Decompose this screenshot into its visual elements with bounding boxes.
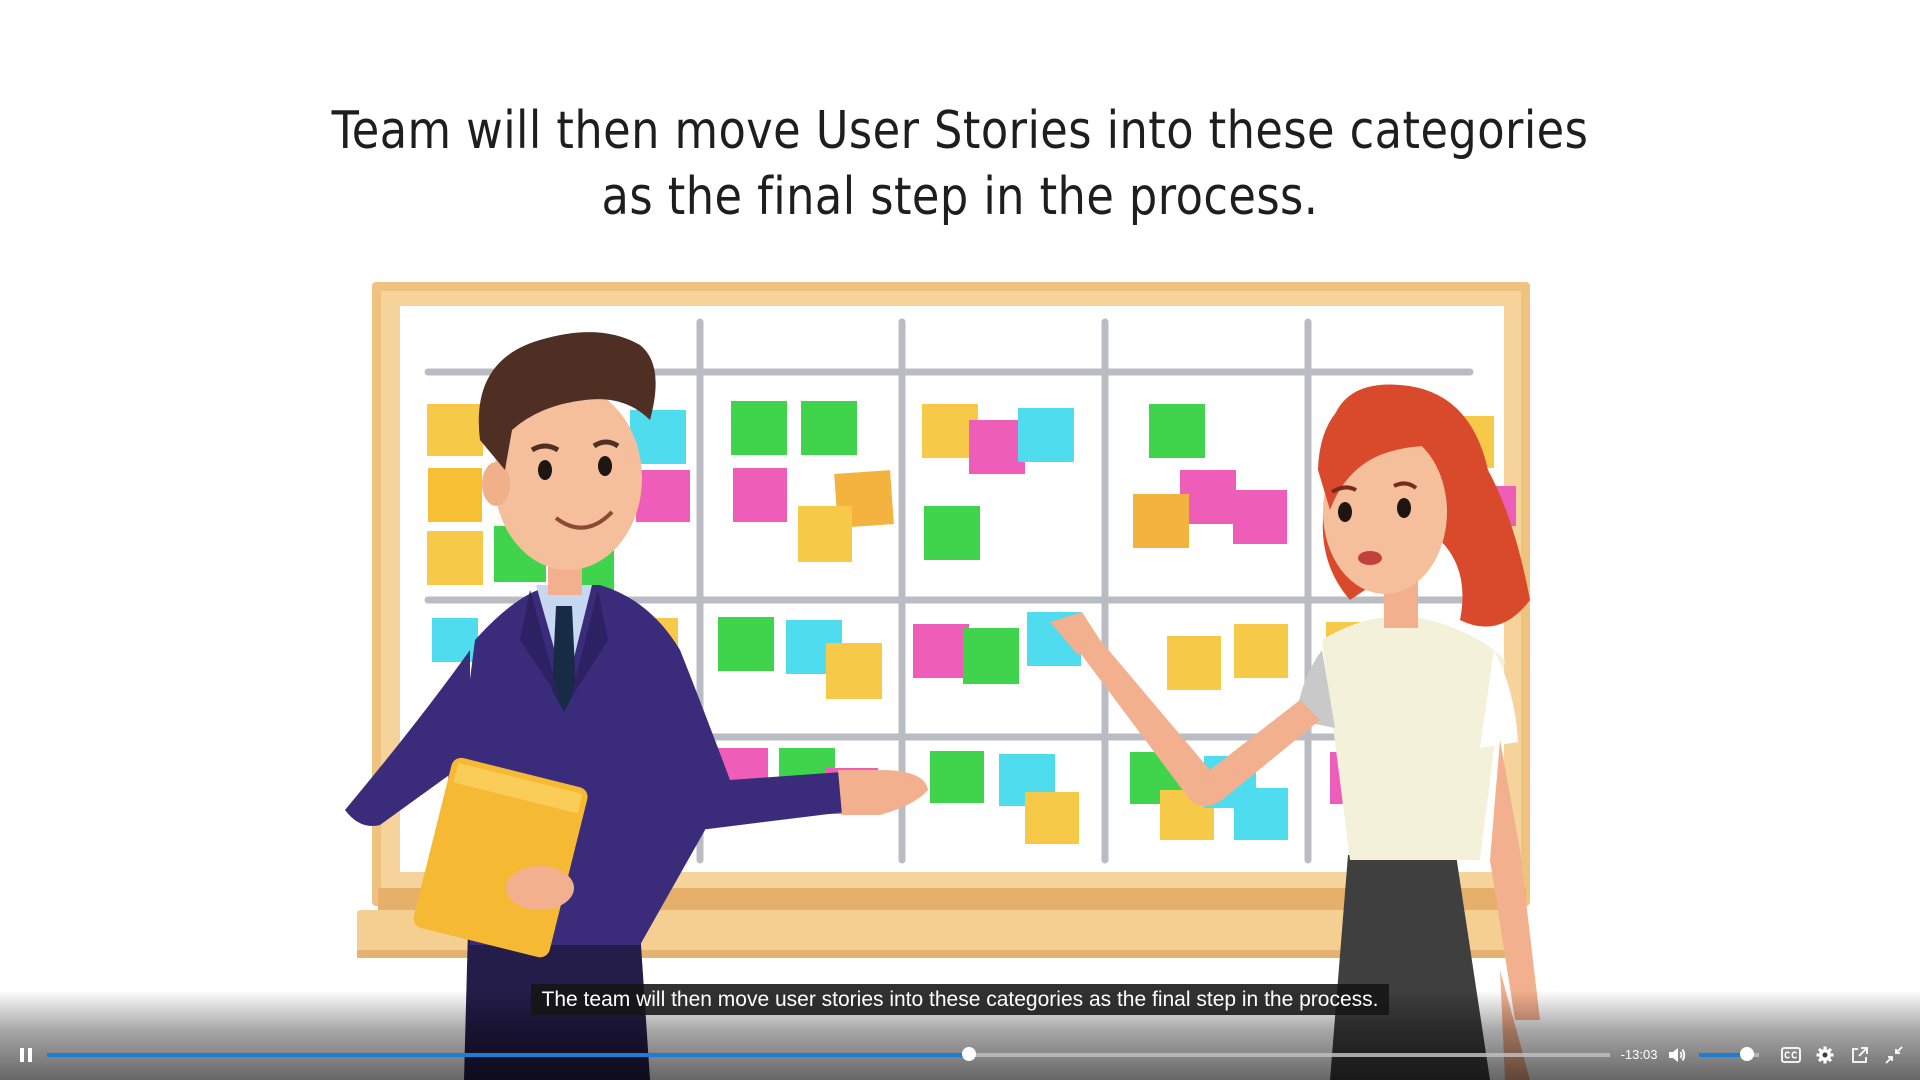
settings-gear-icon <box>1816 1046 1834 1064</box>
closed-captions-icon <box>1781 1047 1801 1063</box>
volume-slider[interactable] <box>1699 1047 1759 1061</box>
pause-icon <box>20 1048 32 1062</box>
slide-title-line-1: Team will then move User Stories into th… <box>331 101 1589 161</box>
mute-button[interactable] <box>1662 1040 1692 1070</box>
popout-button[interactable] <box>1845 1040 1875 1070</box>
player-control-bar: -13:03 <box>0 1030 1920 1080</box>
exit-fullscreen-button[interactable] <box>1879 1040 1909 1070</box>
play-pause-button[interactable] <box>11 1040 41 1070</box>
time-remaining: -13:03 <box>1620 1047 1658 1062</box>
seek-bar[interactable] <box>47 1047 1610 1061</box>
volume-thumb[interactable] <box>1740 1047 1754 1061</box>
seek-bar-thumb[interactable] <box>962 1047 977 1061</box>
video-frame[interactable]: Team will then move User Stories into th… <box>0 0 1920 1080</box>
popout-icon <box>1852 1047 1868 1063</box>
settings-button[interactable] <box>1810 1040 1840 1070</box>
seek-bar-played <box>47 1053 970 1057</box>
exit-fullscreen-icon <box>1885 1046 1903 1064</box>
volume-icon <box>1669 1048 1686 1062</box>
slide-title-line-2: as the final step in the process. <box>601 167 1319 227</box>
captions-button[interactable] <box>1776 1040 1806 1070</box>
caption-text: The team will then move user stories int… <box>531 984 1389 1015</box>
